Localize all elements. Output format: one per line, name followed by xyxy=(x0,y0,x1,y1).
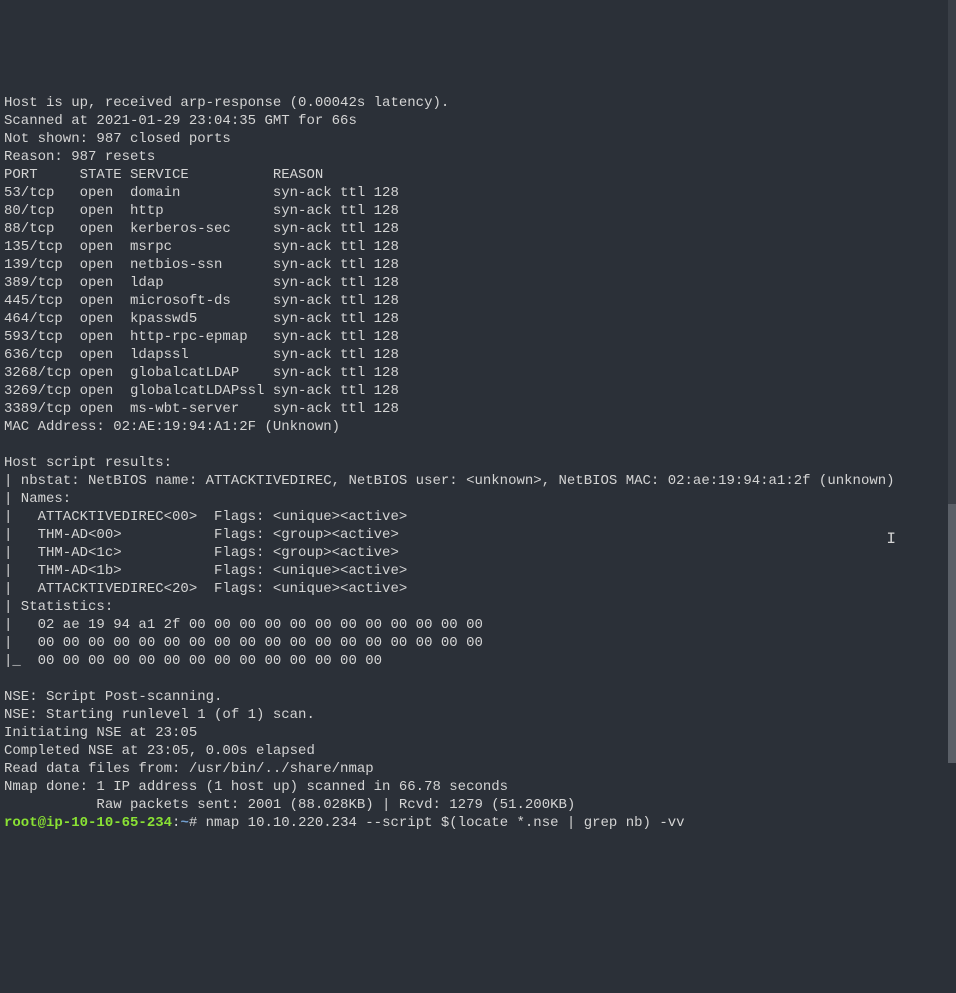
port-line: 88/tcp open kerberos-sec syn-ack ttl 128 xyxy=(4,221,399,237)
port-line: 445/tcp open microsoft-ds syn-ack ttl 12… xyxy=(4,293,399,309)
mac-address-line: MAC Address: 02:AE:19:94:A1:2F (Unknown) xyxy=(4,419,340,435)
port-line: 464/tcp open kpasswd5 syn-ack ttl 128 xyxy=(4,311,399,327)
port-line: 389/tcp open ldap syn-ack ttl 128 xyxy=(4,275,399,291)
names-line: | ATTACKTIVEDIREC<20> Flags: <unique><ac… xyxy=(4,581,407,597)
names-line: | THM-AD<1b> Flags: <unique><active> xyxy=(4,563,407,579)
scrollbar-track[interactable] xyxy=(948,0,956,763)
nbstat-line: | nbstat: NetBIOS name: ATTACKTIVEDIREC,… xyxy=(4,473,895,489)
scrollbar-thumb[interactable] xyxy=(948,504,956,763)
port-header-line: PORT STATE SERVICE REASON xyxy=(4,167,323,183)
names-line: | THM-AD<1c> Flags: <group><active> xyxy=(4,545,399,561)
prompt-hash: # xyxy=(189,815,206,831)
nse-raw-line: Raw packets sent: 2001 (88.028KB) | Rcvd… xyxy=(4,797,575,813)
reason-line: Reason: 987 resets xyxy=(4,149,155,165)
prompt-separator: : xyxy=(172,815,180,831)
port-line: 139/tcp open netbios-ssn syn-ack ttl 128 xyxy=(4,257,399,273)
port-line: 135/tcp open msrpc syn-ack ttl 128 xyxy=(4,239,399,255)
stats-line: | 00 00 00 00 00 00 00 00 00 00 00 00 00… xyxy=(4,635,483,651)
port-line: 3389/tcp open ms-wbt-server syn-ack ttl … xyxy=(4,401,399,417)
prompt-user: root@ip-10-10-65-234 xyxy=(4,815,172,831)
port-line: 3269/tcp open globalcatLDAPssl syn-ack t… xyxy=(4,383,399,399)
terminal-output[interactable]: Host is up, received arp-response (0.000… xyxy=(4,76,952,831)
nse-done-line: Nmap done: 1 IP address (1 host up) scan… xyxy=(4,779,508,795)
stats-header: | Statistics: xyxy=(4,599,113,615)
text-cursor-icon: I xyxy=(886,530,896,548)
command-input[interactable]: nmap 10.10.220.234 --script $(locate *.n… xyxy=(206,815,685,831)
host-up-line: Host is up, received arp-response (0.000… xyxy=(4,95,449,111)
port-line: 3268/tcp open globalcatLDAP syn-ack ttl … xyxy=(4,365,399,381)
nse-init-line: Initiating NSE at 23:05 xyxy=(4,725,197,741)
port-line: 53/tcp open domain syn-ack ttl 128 xyxy=(4,185,399,201)
prompt-path: ~ xyxy=(180,815,188,831)
port-line: 636/tcp open ldapssl syn-ack ttl 128 xyxy=(4,347,399,363)
names-line: | THM-AD<00> Flags: <group><active> xyxy=(4,527,399,543)
nse-complete-line: Completed NSE at 23:05, 0.00s elapsed xyxy=(4,743,315,759)
port-line: 80/tcp open http syn-ack ttl 128 xyxy=(4,203,399,219)
nse-read-line: Read data files from: /usr/bin/../share/… xyxy=(4,761,374,777)
port-line: 593/tcp open http-rpc-epmap syn-ack ttl … xyxy=(4,329,399,345)
scanned-at-line: Scanned at 2021-01-29 23:04:35 GMT for 6… xyxy=(4,113,357,129)
nse-start-line: NSE: Starting runlevel 1 (of 1) scan. xyxy=(4,707,315,723)
not-shown-line: Not shown: 987 closed ports xyxy=(4,131,231,147)
names-line: | ATTACKTIVEDIREC<00> Flags: <unique><ac… xyxy=(4,509,407,525)
stats-line: | 02 ae 19 94 a1 2f 00 00 00 00 00 00 00… xyxy=(4,617,483,633)
stats-line: |_ 00 00 00 00 00 00 00 00 00 00 00 00 0… xyxy=(4,653,382,669)
host-script-title: Host script results: xyxy=(4,455,172,471)
names-header: | Names: xyxy=(4,491,71,507)
nse-post-line: NSE: Script Post-scanning. xyxy=(4,689,222,705)
